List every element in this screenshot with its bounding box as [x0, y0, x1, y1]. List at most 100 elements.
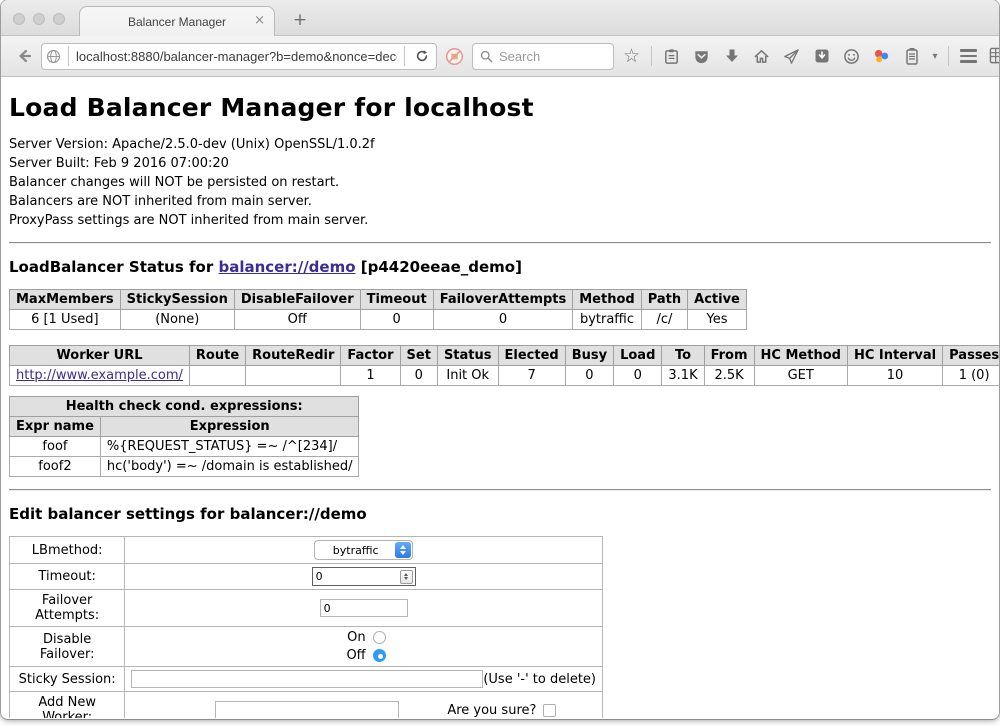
col-stickysession: StickySession: [120, 290, 234, 310]
minimize-window-button[interactable]: [33, 13, 45, 25]
lbmethod-select[interactable]: bytraffic: [314, 540, 413, 560]
col-to: To: [662, 346, 704, 366]
col-hc-interval: HC Interval: [847, 346, 942, 366]
menu-button[interactable]: [956, 43, 981, 69]
box-download-icon: [814, 48, 830, 64]
worker-status-table: Worker URL Route RouteRedir Factor Set S…: [9, 345, 999, 386]
off-radio-label: Off: [342, 648, 366, 663]
col-busy: Busy: [565, 346, 613, 366]
lbmethod-selected-value: bytraffic: [316, 544, 395, 557]
off-radio-button[interactable]: [373, 649, 386, 662]
send-tab-button[interactable]: [779, 43, 804, 69]
toolbar-divider: [948, 46, 949, 66]
col-routeredir: RouteRedir: [246, 346, 341, 366]
browser-window: Balancer Manager × + localhost:8880/bala…: [1, 0, 999, 719]
reload-button[interactable]: [412, 43, 432, 69]
cell-active: Yes: [688, 310, 747, 330]
paper-plane-icon: [783, 48, 800, 65]
url-bar[interactable]: localhost:8880/balancer-manager?b=demo&n…: [41, 43, 437, 70]
smiley-icon: [843, 48, 860, 65]
close-tab-icon[interactable]: ×: [254, 13, 265, 29]
cell-hc-interval: 10: [847, 366, 942, 386]
cell-elected: 7: [498, 366, 565, 386]
worker-url-link[interactable]: http://www.example.com/: [16, 368, 183, 383]
downloads-button[interactable]: [719, 43, 744, 69]
url-text[interactable]: localhost:8880/balancer-manager?b=demo&n…: [76, 49, 397, 64]
cell-passes: 1 (0): [943, 366, 999, 386]
extension-colordots-button[interactable]: [869, 43, 894, 69]
tab-groups-button[interactable]: [986, 43, 999, 69]
back-button[interactable]: [11, 43, 36, 69]
sticky-session-note: (Use '-' to delete): [483, 672, 596, 687]
grid-panels-icon: [989, 47, 999, 65]
home-button[interactable]: [749, 43, 774, 69]
search-bar[interactable]: Search: [472, 43, 614, 70]
sticky-session-label: Sticky Session:: [10, 667, 125, 692]
cell-hc-method: GET: [754, 366, 847, 386]
search-placeholder[interactable]: Search: [499, 49, 540, 64]
persist-note-line: Balancer changes will NOT be persisted o…: [9, 173, 991, 192]
titlebar: Balancer Manager × +: [1, 0, 999, 36]
timeout-input[interactable]: [313, 570, 400, 583]
health-table-title: Health check cond. expressions:: [10, 397, 359, 417]
tab-balancer-manager[interactable]: Balancer Manager ×: [79, 6, 275, 36]
inherit-note-line: Balancers are NOT inherited from main se…: [9, 192, 991, 211]
overflow-caret-button[interactable]: ▾: [929, 43, 941, 69]
on-radio-button[interactable]: [373, 631, 386, 644]
bookmark-star-icon: ☆: [623, 47, 640, 66]
home-icon: [753, 48, 770, 65]
balancer-header-row: MaxMembers StickySession DisableFailover…: [10, 290, 747, 310]
cell-set: 0: [400, 366, 437, 386]
col-set: Set: [400, 346, 437, 366]
pocket-icon: [693, 48, 710, 65]
cell-busy: 0: [565, 366, 613, 386]
bookmark-button[interactable]: ☆: [619, 43, 644, 69]
add-worker-input[interactable]: [215, 701, 399, 718]
cell-to: 3.1K: [662, 366, 704, 386]
zoom-window-button[interactable]: [53, 13, 65, 25]
disable-failover-row: Disable Failover: On Off: [10, 627, 603, 667]
urlbar-divider: [68, 46, 69, 66]
proxypass-note-line: ProxyPass settings are NOT inherited fro…: [9, 211, 991, 230]
col-expr-name: Expr name: [10, 417, 101, 437]
are-you-sure-checkbox[interactable]: [543, 704, 556, 717]
reading-list-button[interactable]: [659, 43, 684, 69]
status-heading-prefix: LoadBalancer Status for: [9, 258, 218, 276]
sticky-session-input[interactable]: [131, 670, 483, 688]
col-status: Status: [437, 346, 498, 366]
battery-status-button[interactable]: [899, 43, 924, 69]
battery-icon: [905, 47, 919, 65]
col-load: Load: [614, 346, 662, 366]
col-worker-url: Worker URL: [10, 346, 190, 366]
balancer-demo-link[interactable]: balancer://demo: [218, 258, 355, 276]
close-window-button[interactable]: [13, 13, 25, 25]
content-blocked-button[interactable]: [442, 43, 467, 69]
feedback-button[interactable]: [839, 43, 864, 69]
col-maxmembers: MaxMembers: [10, 290, 121, 310]
navigation-toolbar: localhost:8880/balancer-manager?b=demo&n…: [1, 36, 999, 77]
edit-settings-heading: Edit balancer settings for balancer://de…: [9, 505, 991, 523]
health-header-row: Expr name Expression: [10, 417, 359, 437]
failover-attempts-input[interactable]: [320, 599, 408, 617]
cell-expr-name: foof: [10, 437, 101, 457]
col-method: Method: [573, 290, 641, 310]
col-disablefailover: DisableFailover: [234, 290, 360, 310]
col-elected: Elected: [498, 346, 565, 366]
loadbalancer-status-heading: LoadBalancer Status for balancer://demo …: [9, 258, 991, 276]
number-spinner-icon[interactable]: [400, 570, 413, 584]
section-divider: [9, 489, 991, 491]
health-title-row: Health check cond. expressions:: [10, 397, 359, 417]
clipboard-icon: [663, 48, 680, 65]
server-info: Server Version: Apache/2.5.0-dev (Unix) …: [9, 135, 991, 230]
cell-expr-name: foof2: [10, 457, 101, 477]
server-built-line: Server Built: Feb 9 2016 07:00:20: [9, 154, 991, 173]
save-to-device-button[interactable]: [809, 43, 834, 69]
new-tab-button[interactable]: +: [287, 9, 313, 31]
colored-dots-icon: [873, 48, 890, 65]
cell-route: [189, 366, 245, 386]
cell-status: Init Ok: [437, 366, 498, 386]
disable-failover-label: Disable Failover:: [10, 627, 125, 667]
col-passes: Passes: [943, 346, 999, 366]
col-failoverattempts: FailoverAttempts: [433, 290, 573, 310]
pocket-button[interactable]: [689, 43, 714, 69]
